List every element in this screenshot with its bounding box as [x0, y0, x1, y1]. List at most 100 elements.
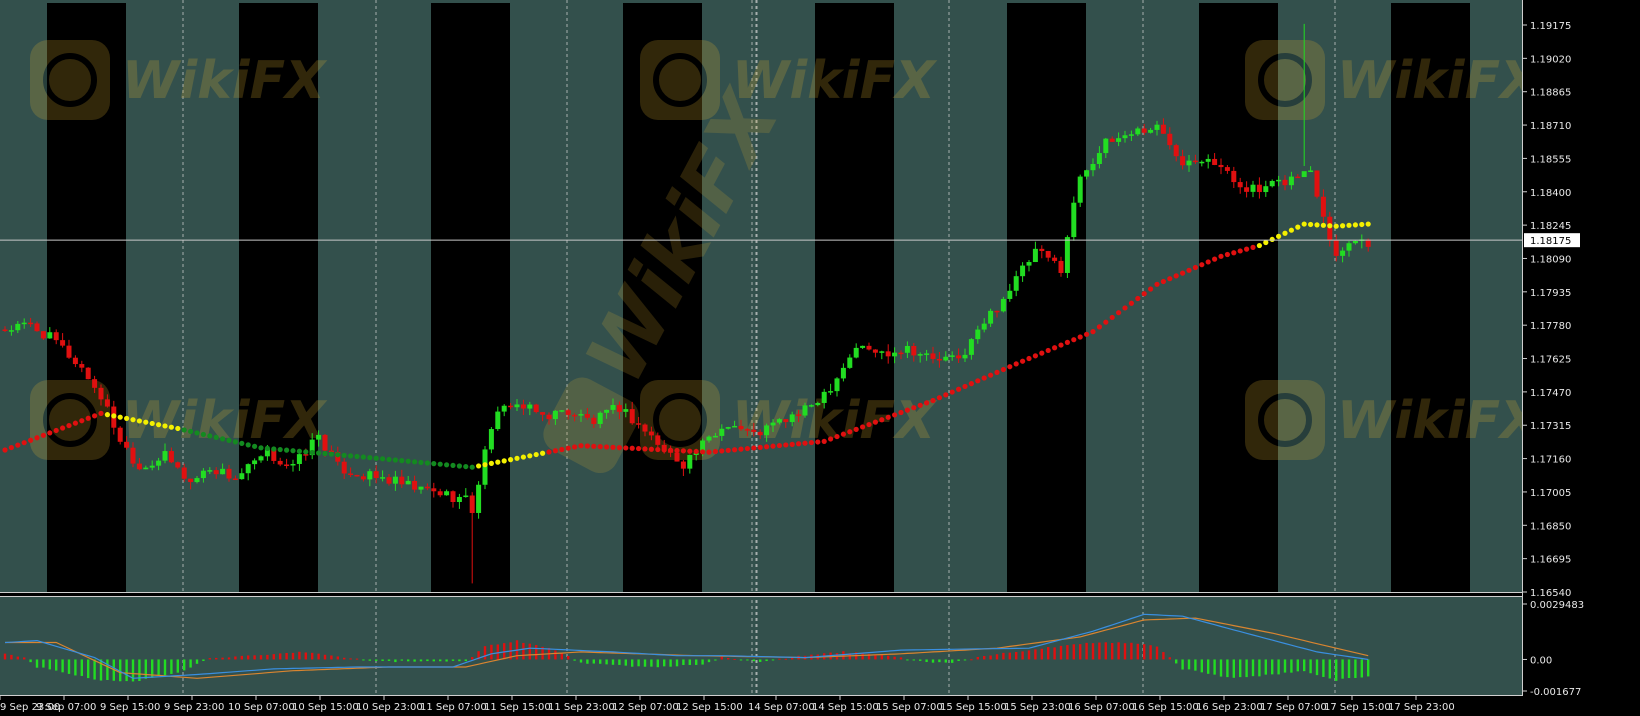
- candle-body: [258, 456, 264, 461]
- candle-body: [815, 402, 821, 406]
- ma-dot: [8, 444, 14, 451]
- ma-dot: [1154, 281, 1160, 287]
- macd-histogram-bar: [1258, 659, 1261, 677]
- candle-body: [463, 495, 469, 498]
- candle-body: [1122, 135, 1128, 139]
- time-tick-label: 17 Sep 23:00: [1388, 702, 1455, 713]
- candle-body: [399, 476, 405, 485]
- macd-histogram-bar: [1245, 659, 1248, 678]
- candle-body: [796, 414, 802, 416]
- macd-histogram-bar: [266, 654, 269, 660]
- macd-histogram-bar: [10, 654, 13, 660]
- time-tick-label: 9 Sep 07:00: [36, 702, 96, 713]
- ma-dot: [149, 420, 155, 427]
- candle-body: [1269, 180, 1275, 187]
- macd-histogram-bar: [1315, 659, 1319, 676]
- candle-body: [1026, 262, 1032, 266]
- macd-band: [1199, 597, 1278, 693]
- candle-body: [943, 356, 949, 361]
- ma-dot: [1359, 221, 1365, 228]
- ma-dot: [968, 381, 975, 387]
- macd-histogram-bar: [771, 659, 775, 661]
- ma-dot: [1180, 270, 1186, 276]
- macd-histogram-bar: [144, 659, 147, 679]
- ma-dot: [591, 443, 597, 449]
- ma-dot: [732, 447, 738, 453]
- macd-histogram-bar: [669, 659, 672, 667]
- ma-dot: [424, 460, 430, 466]
- ma-dot: [488, 460, 494, 466]
- ma-dot: [834, 433, 840, 440]
- candle-body: [725, 427, 731, 429]
- candle-body: [444, 491, 450, 496]
- ma-dot: [860, 424, 866, 430]
- ma-dot: [552, 448, 559, 454]
- candle-body: [712, 435, 718, 438]
- macd-histogram-bar: [195, 659, 199, 664]
- ma-dot: [847, 429, 853, 435]
- macd-histogram-bar: [1271, 659, 1274, 675]
- ma-dot: [85, 415, 91, 421]
- ma-dot: [322, 450, 328, 457]
- candle-body: [1218, 164, 1224, 168]
- ma-dot: [418, 459, 424, 466]
- macd-histogram-bar: [1181, 659, 1184, 670]
- macd-histogram-bar: [1027, 650, 1031, 660]
- macd-histogram-bar: [592, 659, 595, 664]
- candle-body: [1282, 179, 1288, 186]
- candle-body: [1096, 153, 1102, 164]
- ma-dot: [444, 462, 450, 468]
- candle-body: [680, 461, 686, 469]
- macd-histogram-bar: [375, 659, 378, 662]
- ma-dot: [1199, 262, 1205, 268]
- macd-histogram-bar: [727, 658, 730, 660]
- ma-dot: [1282, 230, 1288, 236]
- ma-dot: [66, 422, 72, 429]
- macd-histogram-bar: [419, 659, 423, 662]
- candle-body: [834, 378, 840, 392]
- macd-tick-label: -0.001677: [1530, 687, 1581, 698]
- ma-dot: [757, 444, 763, 450]
- ma-dot: [738, 446, 744, 452]
- candle-body: [175, 462, 181, 468]
- macd-histogram-bar: [1008, 652, 1011, 660]
- candle: [482, 446, 488, 490]
- macd-histogram-bar: [215, 657, 218, 660]
- candle-body: [591, 417, 597, 424]
- ma-dot: [360, 454, 366, 460]
- ma-dot: [540, 450, 546, 456]
- ma-dot: [124, 415, 130, 422]
- ma-dot: [783, 442, 789, 448]
- ma-dot: [226, 437, 232, 443]
- ma-dot: [245, 442, 251, 448]
- candle-body: [757, 431, 763, 436]
- candle-body: [853, 347, 859, 358]
- time-tick-label: 10 Sep 07:00: [228, 702, 295, 713]
- candle-body: [578, 414, 584, 416]
- macd-histogram-bar: [170, 659, 173, 674]
- candle-body: [1084, 170, 1090, 177]
- macd-histogram-bar: [61, 659, 64, 673]
- ma-dot: [21, 440, 27, 446]
- price-tick-label: 1.19175: [1530, 21, 1571, 32]
- candle-body: [412, 480, 418, 490]
- wikifx-watermark-text: WikiFX: [732, 391, 938, 451]
- ma-dot: [584, 443, 591, 449]
- ma-dot: [680, 448, 687, 454]
- macd-histogram-bar: [784, 658, 787, 660]
- candle-body: [226, 468, 232, 479]
- trading-chart[interactable]: WikiFX WikiFX WikiFXWikiFX WikiFX WikiFXWiki…: [0, 0, 1640, 716]
- price-tick-label: 1.17935: [1530, 288, 1571, 299]
- ma-dot: [1237, 248, 1243, 254]
- macd-histogram-bar: [125, 659, 128, 682]
- candle-body: [2, 329, 8, 331]
- macd-histogram-bar: [1200, 659, 1203, 673]
- ma-dot: [476, 463, 482, 469]
- ma-dot: [143, 419, 149, 425]
- candle: [1064, 235, 1070, 279]
- ma-dot: [188, 428, 194, 435]
- ma-dot: [597, 444, 603, 450]
- macd-histogram-bar: [1149, 645, 1152, 660]
- ma-dot: [1013, 361, 1019, 367]
- candle-body: [194, 478, 200, 483]
